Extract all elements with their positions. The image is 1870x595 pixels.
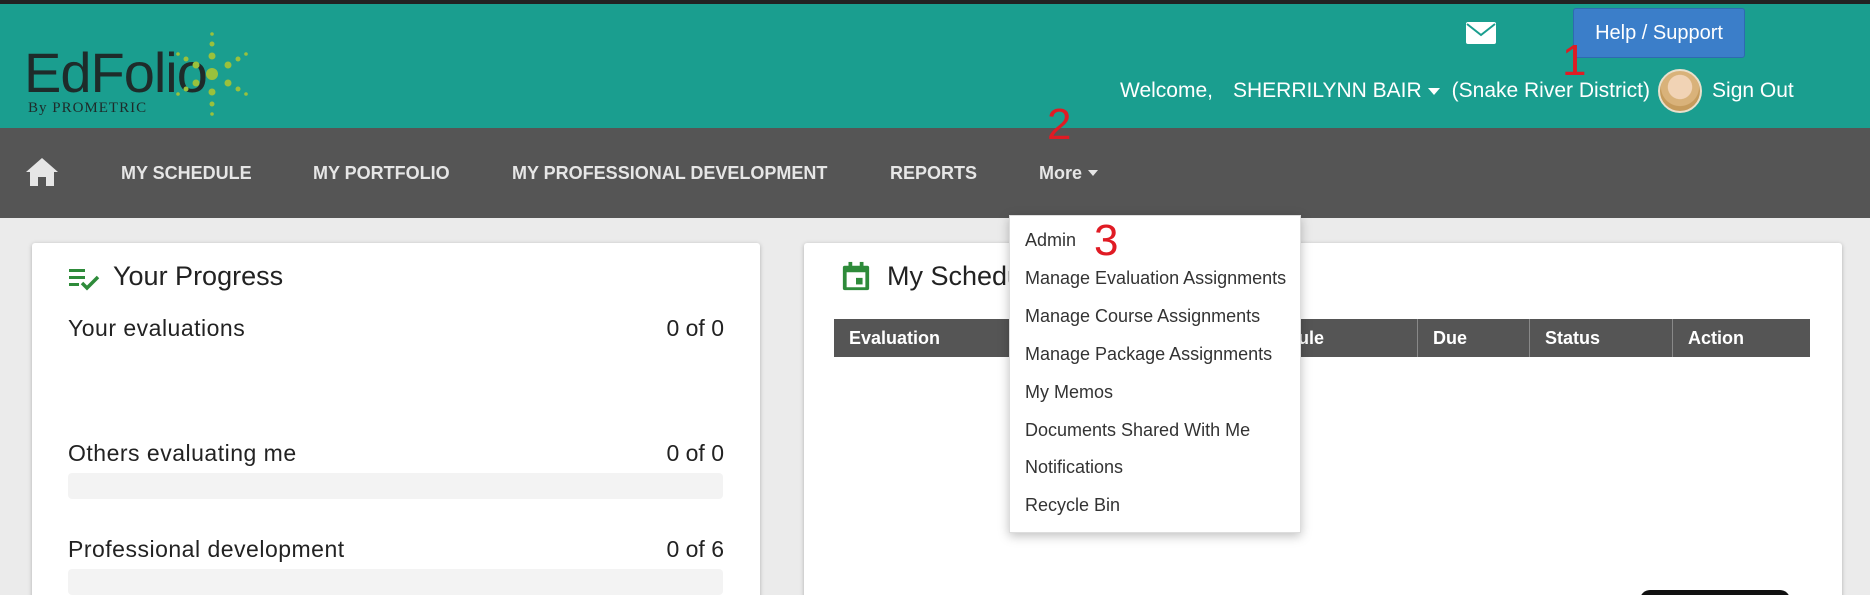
logo-starburst-icon bbox=[176, 32, 248, 116]
progress-bar-professional-development bbox=[68, 569, 723, 595]
progress-value-others-evaluating: 0 of 0 bbox=[666, 440, 724, 466]
annotation-marker-1: 1 bbox=[1562, 36, 1587, 85]
more-dropdown-menu: Admin Manage Evaluation Assignments Mana… bbox=[1009, 215, 1301, 533]
menu-item-notifications[interactable]: Notifications bbox=[1025, 457, 1123, 478]
column-due[interactable]: Due bbox=[1418, 319, 1530, 357]
progress-bar-others-evaluating bbox=[68, 473, 723, 499]
progress-label-evaluations: Your evaluations bbox=[68, 315, 246, 341]
progress-value-evaluations: 0 of 0 bbox=[666, 315, 724, 341]
menu-item-manage-package-assignments[interactable]: Manage Package Assignments bbox=[1025, 344, 1272, 365]
menu-item-admin[interactable]: Admin bbox=[1025, 230, 1076, 251]
user-welcome-bar: Welcome, SHERRILYNN BAIR (Snake River Di… bbox=[1120, 69, 1794, 113]
menu-item-documents-shared-with-me[interactable]: Documents Shared With Me bbox=[1025, 420, 1250, 441]
username-label: SHERRILYNN BAIR bbox=[1232, 79, 1422, 102]
menu-item-recycle-bin[interactable]: Recycle Bin bbox=[1025, 495, 1120, 516]
menu-item-manage-evaluation-assignments[interactable]: Manage Evaluation Assignments bbox=[1025, 268, 1286, 289]
menu-item-my-memos[interactable]: My Memos bbox=[1025, 382, 1113, 403]
nav-my-schedule[interactable]: MY SCHEDULE bbox=[121, 128, 252, 218]
column-action[interactable]: Action bbox=[1673, 319, 1810, 357]
annotation-marker-2: 2 bbox=[1047, 100, 1072, 149]
mail-icon[interactable] bbox=[1466, 22, 1496, 44]
floating-action-pill[interactable] bbox=[1640, 590, 1790, 595]
user-menu-toggle[interactable]: SHERRILYNN BAIR bbox=[1233, 79, 1440, 103]
sign-out-link[interactable]: Sign Out bbox=[1712, 79, 1794, 103]
calendar-icon bbox=[842, 261, 870, 291]
help-support-button[interactable]: Help / Support bbox=[1573, 8, 1745, 58]
your-progress-title: Your Progress bbox=[113, 261, 284, 291]
caret-down-icon bbox=[1088, 170, 1099, 176]
nav-reports[interactable]: REPORTS bbox=[890, 128, 977, 218]
my-schedule-card: My Schedu Evaluation ule Due Status Acti… bbox=[804, 243, 1842, 595]
progress-value-professional-development: 0 of 6 bbox=[666, 536, 724, 562]
main-navigation: MY SCHEDULE MY PORTFOLIO MY PROFESSIONAL… bbox=[0, 128, 1870, 218]
progress-label-professional-development: Professional development bbox=[68, 536, 345, 562]
user-avatar[interactable] bbox=[1658, 69, 1703, 113]
nav-more-label: More bbox=[1039, 162, 1083, 183]
schedule-table-header: Evaluation ule Due Status Action bbox=[834, 319, 1810, 357]
your-progress-card: Your Progress Your evaluations 0 of 0 Ot… bbox=[32, 243, 760, 595]
district-label: (Snake River District) bbox=[1451, 79, 1651, 102]
column-status[interactable]: Status bbox=[1530, 319, 1673, 357]
app-header: EdFolio By PROMETRIC Help / Support Welc… bbox=[0, 0, 1870, 128]
progress-label-others-evaluating: Others evaluating me bbox=[68, 440, 297, 466]
nav-my-professional-development[interactable]: MY PROFESSIONAL DEVELOPMENT bbox=[512, 128, 827, 218]
my-schedule-title: My Schedu bbox=[887, 261, 1023, 291]
nav-my-portfolio[interactable]: MY PORTFOLIO bbox=[313, 128, 450, 218]
edfolio-logo[interactable]: EdFolio By PROMETRIC bbox=[24, 22, 254, 127]
welcome-text: Welcome, bbox=[1120, 79, 1213, 102]
annotation-marker-3: 3 bbox=[1094, 216, 1119, 265]
checklist-icon bbox=[69, 269, 100, 291]
home-icon[interactable] bbox=[24, 156, 60, 188]
caret-down-icon bbox=[1427, 87, 1440, 95]
logo-subtitle: By PROMETRIC bbox=[28, 100, 148, 116]
menu-item-manage-course-assignments[interactable]: Manage Course Assignments bbox=[1025, 306, 1260, 327]
